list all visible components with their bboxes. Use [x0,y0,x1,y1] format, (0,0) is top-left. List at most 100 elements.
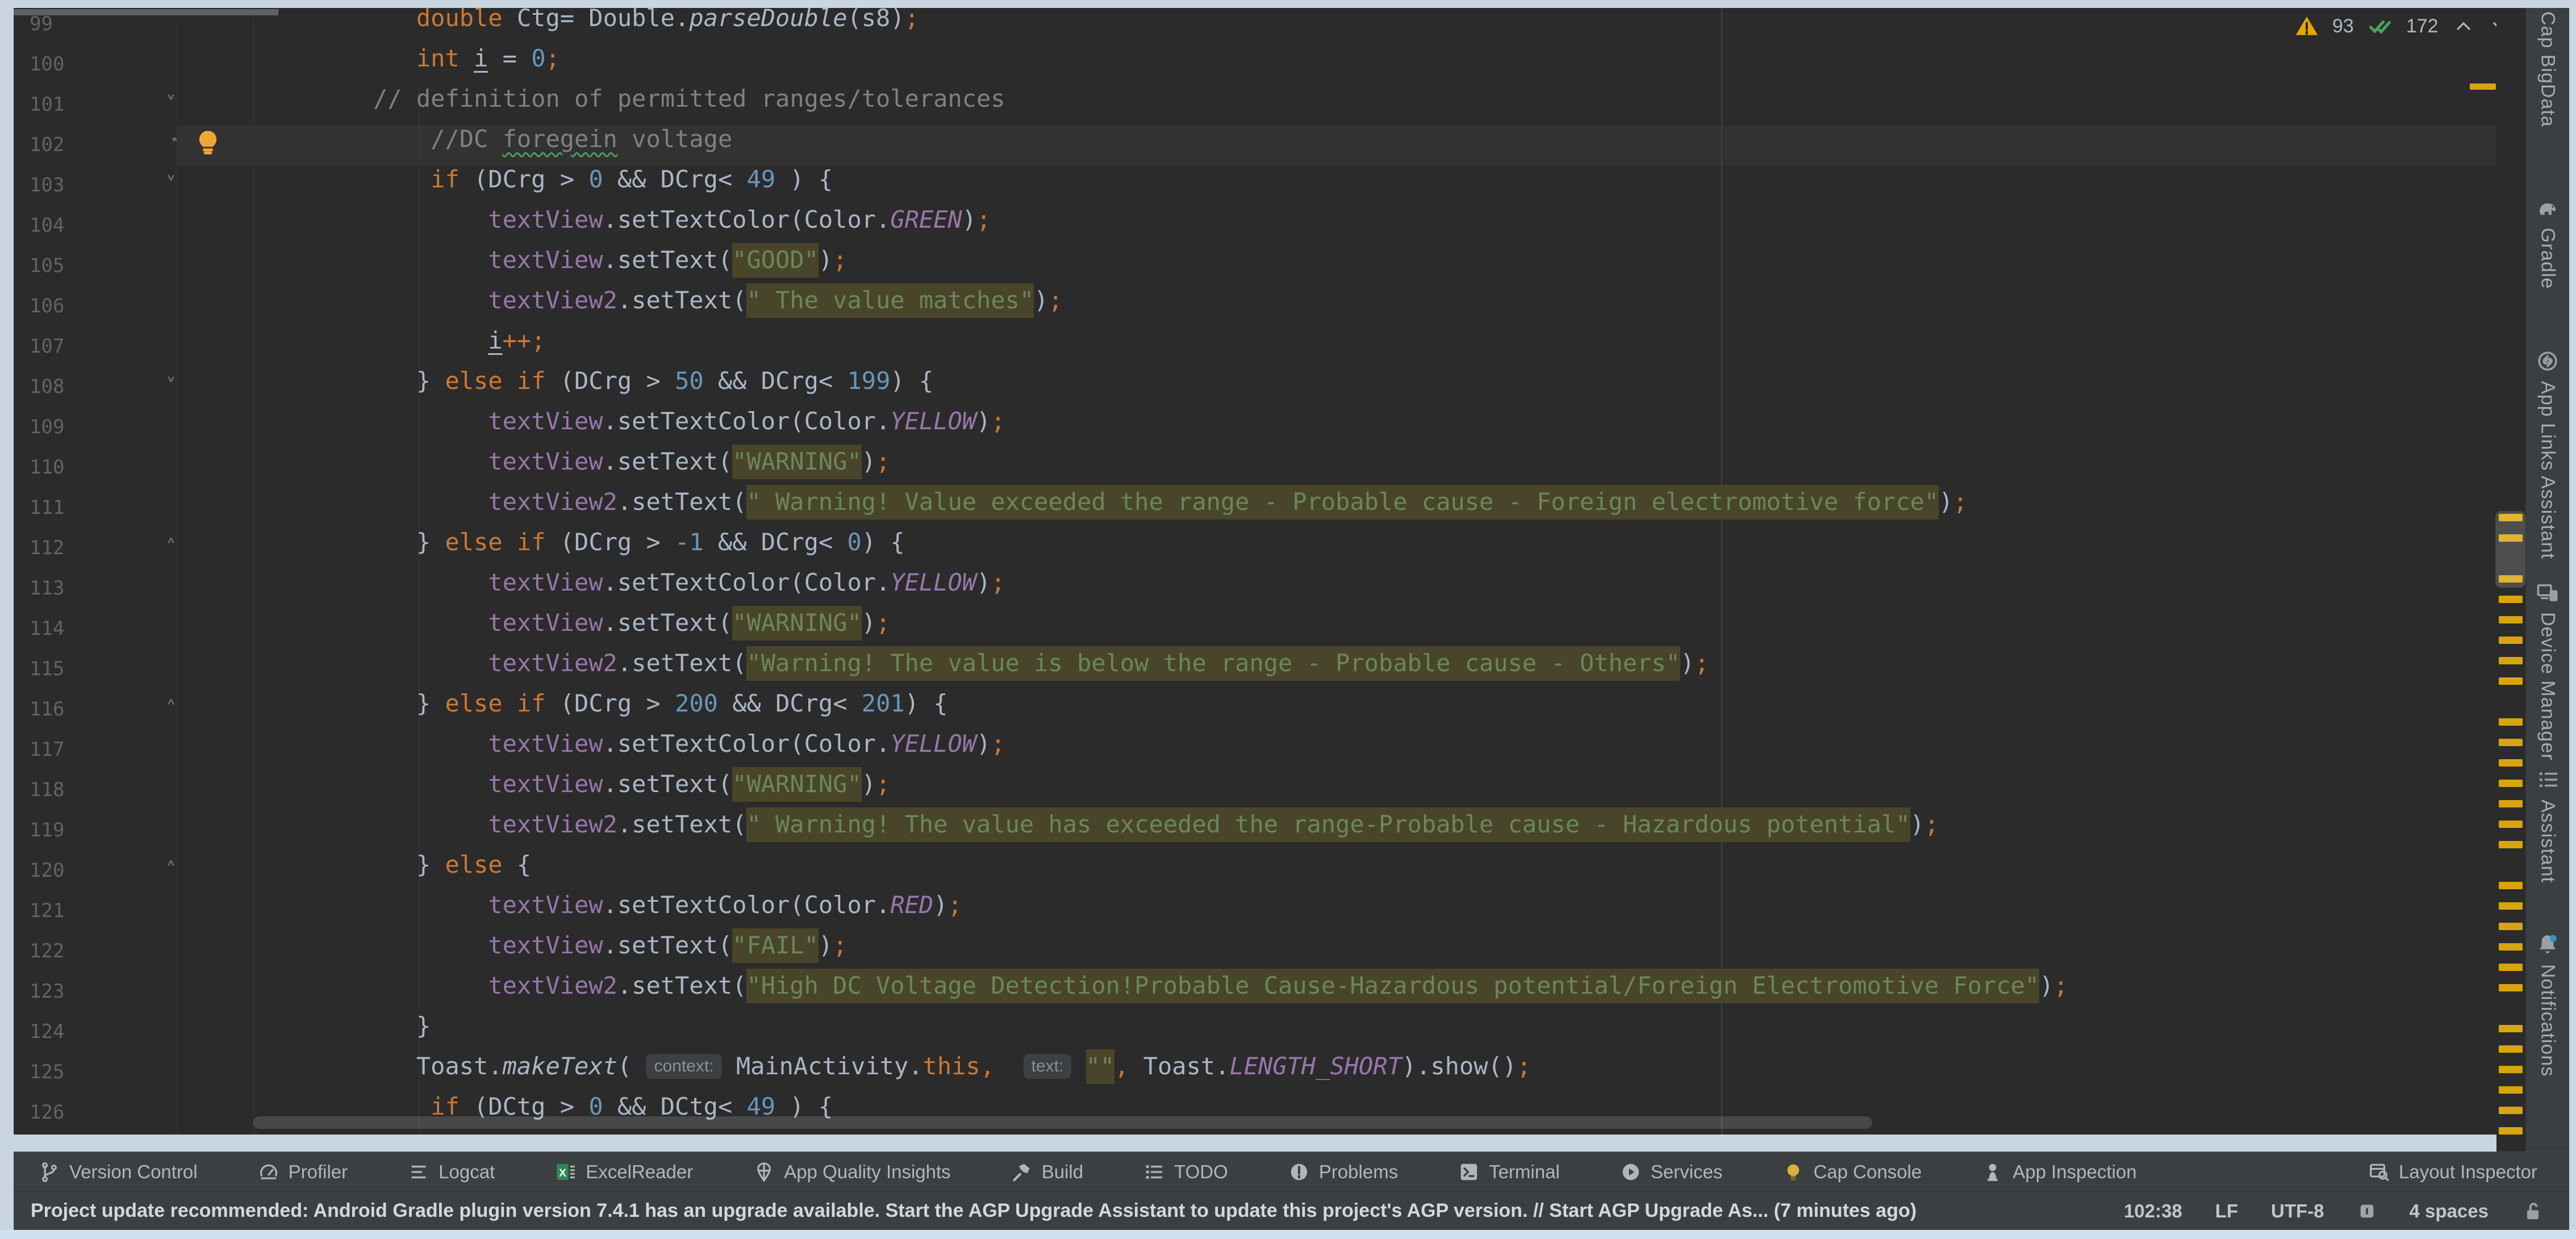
code-line[interactable]: textView.setTextColor(Color.YELLOW); [273,407,1005,447]
code-line[interactable]: textView2.setText(" Warning! The value h… [273,810,1939,851]
code-line[interactable]: textView.setText("GOOD"); [273,246,847,286]
line-number[interactable]: 114 [30,609,98,649]
toolbar-button-problems[interactable]: Problems [1288,1161,1398,1183]
line-number[interactable]: 111 [30,488,98,528]
line-number[interactable]: 121 [30,891,98,931]
vertical-scrollbar-thumb[interactable] [2495,511,2525,588]
fold-marker-icon[interactable]: ˅ [158,85,184,125]
warning-stripe-mark[interactable] [2499,718,2523,726]
line-number[interactable]: 108 [30,367,98,407]
warning-stripe-mark[interactable] [2499,984,2523,991]
code-line[interactable]: } else if (DCrg > -1 && DCrg< 0) { [273,528,905,568]
line-number[interactable]: 100 [30,44,98,85]
line-number[interactable]: 118 [30,770,98,810]
line-number[interactable]: 105 [30,246,98,286]
status-message[interactable]: Project update recommended: Android Grad… [31,1200,1917,1222]
toolbar-button-profiler[interactable]: Profiler [258,1161,348,1183]
fold-marker-icon[interactable]: ˄ [158,851,184,891]
line-number[interactable]: 101 [30,85,98,125]
toolbar-button-version-control[interactable]: Version Control [39,1161,198,1183]
warning-stripe-mark[interactable] [2470,83,2496,90]
line-separator-widget[interactable]: LF [2215,1200,2238,1222]
stripe-button-notifications[interactable]: Notifications [2527,932,2569,1077]
prev-problem-button[interactable] [2452,15,2475,37]
toolbar-button-app-inspection[interactable]: App Inspection [1982,1161,2136,1183]
warning-stripe-mark[interactable] [2499,821,2523,828]
code-line[interactable]: } [273,1012,431,1052]
warning-stripe-mark[interactable] [2499,1045,2523,1053]
line-number[interactable]: 126 [30,1093,98,1133]
warning-stripe-mark[interactable] [2499,596,2523,603]
line-number[interactable]: 116 [30,689,98,730]
column-ruler-icon[interactable] [2357,1202,2377,1221]
warning-stripe-mark[interactable] [2499,882,2523,889]
code-line[interactable]: Toast.makeText( context: MainActivity.th… [273,1052,1531,1093]
warning-stripe-mark[interactable] [2499,1066,2523,1073]
line-number[interactable]: 115 [30,649,98,689]
code-editor[interactable]: 99 double Ctg= Double.parseDouble(s8);10… [0,0,2576,1135]
code-line[interactable]: textView2.setText(" The value matches"); [273,286,1063,327]
line-number[interactable]: 125 [30,1052,98,1093]
stripe-button-app-links-assistant[interactable]: App Links Assistant [2527,349,2569,559]
line-number[interactable]: 117 [30,730,98,770]
toolbar-button-logcat[interactable]: Logcat [408,1161,495,1183]
caret-position-widget[interactable]: 102:38 [2124,1200,2182,1222]
warning-stripe-mark[interactable] [2499,637,2523,644]
warning-stripe-mark[interactable] [2499,902,2523,910]
warning-stripe-mark[interactable] [2499,1127,2523,1135]
toolbar-button-excelreader[interactable]: XExcelReader [555,1161,693,1183]
stripe-button-cap-bigdata[interactable]: Cap BigData [2527,11,2569,127]
stripe-button-device-manager[interactable]: Device Manager [2527,580,2569,761]
toolbar-button-services[interactable]: Services [1620,1161,1723,1183]
toolbar-button-build[interactable]: Build [1011,1161,1083,1183]
unlock-icon[interactable] [2521,1200,2544,1223]
warning-stripe-mark[interactable] [2499,1107,2523,1114]
line-number[interactable]: 110 [30,447,98,488]
warning-stripe-mark[interactable] [2499,1086,2523,1094]
code-line[interactable]: textView.setTextColor(Color.RED); [273,891,962,931]
code-line[interactable]: //DC foregein voltage [273,125,732,165]
line-number[interactable]: 122 [30,931,98,972]
code-line[interactable]: double Ctg= Double.parseDouble(s8); [273,4,919,44]
code-line[interactable]: textView.setText("WARNING"); [273,770,890,810]
line-number[interactable]: 103 [30,165,98,206]
toolbar-button-app-quality-insights[interactable]: App Quality Insights [753,1161,951,1183]
encoding-widget[interactable]: UTF-8 [2271,1200,2324,1222]
warning-stripe-mark[interactable] [2499,964,2523,971]
code-line[interactable]: textView.setText("WARNING"); [273,609,890,649]
warning-stripe-mark[interactable] [2499,943,2523,951]
code-line[interactable]: textView2.setText(" Warning! Value excee… [273,488,1968,528]
line-number[interactable]: 109 [30,407,98,447]
fold-marker-icon[interactable]: ˅ [158,165,184,206]
code-line[interactable]: int i = 0; [273,44,560,85]
warning-stripe-mark[interactable] [2499,616,2523,623]
code-line[interactable]: textView.setTextColor(Color.YELLOW); [273,730,1005,770]
code-line[interactable]: i++; [273,327,545,367]
code-line[interactable]: // definition of permitted ranges/tolera… [273,85,1005,125]
toolbar-button-terminal[interactable]: Terminal [1458,1161,1560,1183]
line-number[interactable]: 112 [30,528,98,568]
warning-stripe-mark[interactable] [2499,1025,2523,1032]
code-line[interactable]: textView.setText("FAIL"); [273,931,847,972]
line-number[interactable]: 120 [30,851,98,891]
line-number[interactable]: 124 [30,1012,98,1052]
line-number[interactable]: 119 [30,810,98,851]
fold-marker-icon[interactable]: ˅ [158,367,184,407]
line-number[interactable]: 123 [30,972,98,1012]
stripe-button-assistant[interactable]: Assistant [2527,768,2569,883]
code-line[interactable]: textView.setTextColor(Color.GREEN); [273,206,991,246]
fold-marker-icon[interactable]: ˄˅ [158,125,184,165]
warning-stripe-mark[interactable] [2499,800,2523,807]
code-line[interactable]: if (DCrg > 0 && DCrg< 49 ) { [273,165,833,206]
inspections-widget[interactable]: 93 172 [2295,10,2511,42]
stripe-button-gradle[interactable]: Gradle [2527,196,2569,289]
toolbar-button-cap-console[interactable]: Cap Console [1782,1161,1922,1183]
code-line[interactable]: } else if (DCrg > 50 && DCrg< 199) { [273,367,933,407]
intention-bulb-icon[interactable] [193,128,222,162]
indent-widget[interactable]: 4 spaces [2410,1200,2489,1222]
warning-stripe-mark[interactable] [2499,677,2523,685]
line-number[interactable]: 102 [30,125,98,165]
code-line[interactable]: } else { [273,851,531,891]
warning-stripe-mark[interactable] [2499,657,2523,664]
horizontal-scrollbar[interactable] [253,1116,1872,1129]
